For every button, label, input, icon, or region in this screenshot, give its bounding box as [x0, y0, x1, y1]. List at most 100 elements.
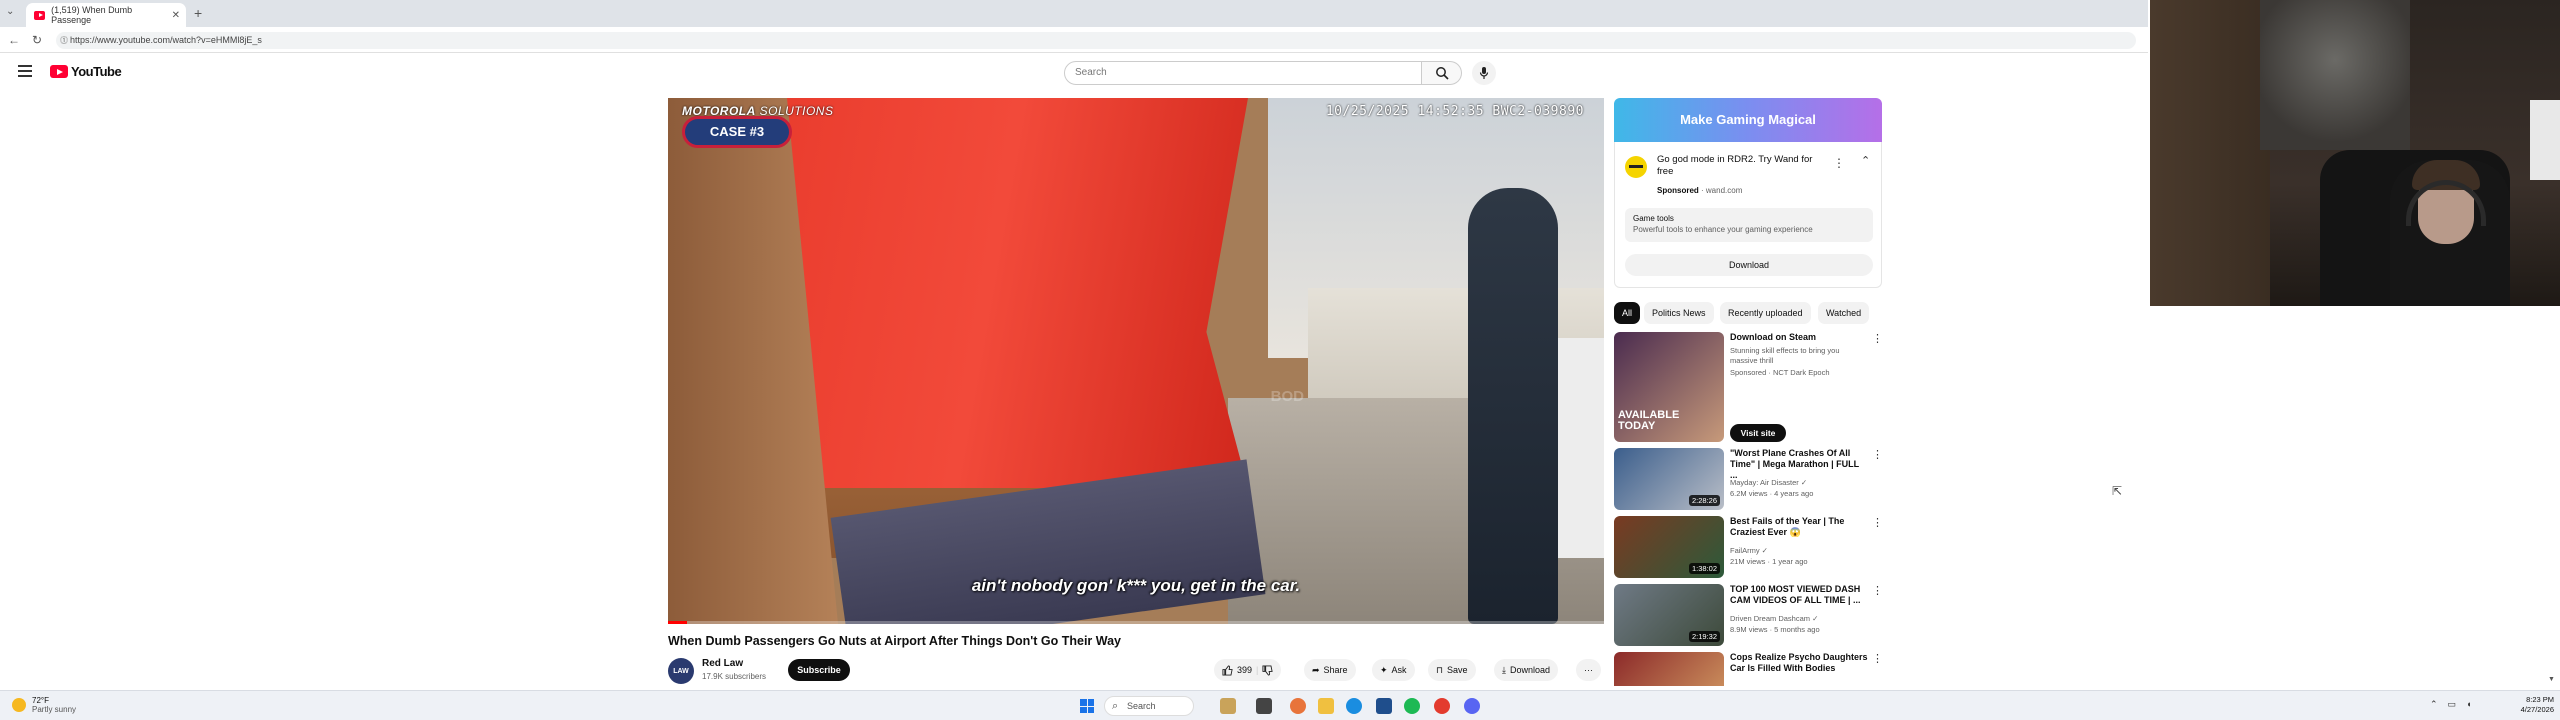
widgets-icon[interactable]: [1220, 698, 1236, 714]
taskbar-clock[interactable]: 8:23 PM 4/27/2026: [2494, 695, 2554, 715]
back-button[interactable]: ←: [8, 33, 20, 47]
rec-more-icon[interactable]: ⋮: [1872, 332, 1883, 345]
address-bar-row: ← ↻ ⓵ https://www.youtube.com/watch?v=eH…: [0, 27, 2148, 53]
case-badge: CASE #3: [682, 116, 792, 148]
save-label: Save: [1447, 665, 1468, 675]
bookmark-icon: ⊓: [1436, 664, 1444, 675]
video-thumbnail[interactable]: 2:28:26: [1614, 448, 1724, 510]
video-thumbnail[interactable]: AVAILABLE TODAY: [1614, 332, 1724, 442]
ad-sub-desc: Powerful tools to enhance your gaming ex…: [1633, 225, 1813, 234]
ad-download-button[interactable]: Download: [1625, 254, 1873, 276]
firefox-icon[interactable]: [1290, 698, 1306, 714]
browser-tab[interactable]: (1,519) When Dumb Passenge ✕: [26, 3, 186, 27]
visit-site-button[interactable]: Visit site: [1730, 424, 1786, 442]
rec-meta: Stunning skill effects to bring you mass…: [1730, 346, 1840, 365]
video-thumbnail[interactable]: 1:38:02: [1614, 516, 1724, 578]
weather-desc: Partly sunny: [32, 705, 77, 714]
rec-channel[interactable]: FailArmy ✓: [1730, 546, 1768, 556]
ad-more-icon[interactable]: ⋮: [1833, 156, 1845, 170]
youtube-logo[interactable]: YouTube: [50, 64, 122, 79]
voice-search-button[interactable]: [1472, 61, 1496, 85]
rec-channel[interactable]: Mayday: Air Disaster ✓: [1730, 478, 1807, 488]
video-thumbnail[interactable]: [1614, 652, 1724, 686]
subscribe-button[interactable]: Subscribe: [788, 659, 850, 681]
weather-widget[interactable]: 72°F Partly sunny: [12, 696, 76, 714]
windows-start-icon[interactable]: [1080, 699, 1094, 713]
bodycam-timestamp: 10/25/2025 14:52:35 BWC2-039890: [1325, 104, 1584, 119]
thumbnail-text: AVAILABLE TODAY: [1618, 409, 1680, 432]
edge-icon[interactable]: [1346, 698, 1362, 714]
rec-title[interactable]: Best Fails of the Year | The Craziest Ev…: [1730, 516, 1868, 538]
rec-title[interactable]: Download on Steam: [1730, 332, 1868, 343]
video-caption: ain't nobody gon' k*** you, get in the c…: [971, 576, 1301, 595]
url-field[interactable]: ⓵ https://www.youtube.com/watch?v=eHMMl8…: [56, 32, 2136, 49]
list-item[interactable]: AVAILABLE TODAY Download on Steam Stunni…: [1614, 332, 1884, 442]
search-icon: [1435, 67, 1449, 80]
new-tab-button[interactable]: +: [194, 5, 202, 21]
webcam-wall: [2150, 0, 2270, 306]
chip-politics-news[interactable]: Politics News: [1644, 302, 1714, 324]
scroll-down-arrow-icon[interactable]: ▼: [2548, 676, 2555, 683]
rec-channel[interactable]: Driven Dream Dashcam ✓: [1730, 614, 1818, 624]
share-button[interactable]: ➦ Share: [1304, 659, 1356, 681]
task-view-icon[interactable]: [1256, 698, 1272, 714]
chip-watched[interactable]: Watched: [1818, 302, 1870, 324]
channel-name[interactable]: Red Law: [702, 658, 743, 669]
ask-label: Ask: [1391, 665, 1407, 675]
youtube-logo-text: YouTube: [71, 64, 122, 79]
like-button[interactable]: 399 |: [1214, 659, 1282, 681]
ad-headline[interactable]: Go god mode in RDR2. Try Wand for free: [1657, 154, 1827, 178]
tab-title: (1,519) When Dumb Passenge: [51, 5, 133, 25]
ad-card: Go god mode in RDR2. Try Wand for free S…: [1614, 142, 1882, 288]
rec-more-icon[interactable]: ⋮: [1872, 448, 1883, 461]
ad-subcard[interactable]: Game tools Powerful tools to enhance you…: [1625, 208, 1873, 242]
rec-more-icon[interactable]: ⋮: [1872, 516, 1883, 529]
volume-icon[interactable]: ◖: [2466, 699, 2471, 710]
ad-collapse-icon[interactable]: ⌃: [1861, 154, 1870, 167]
chip-recently-uploaded[interactable]: Recently uploaded: [1720, 302, 1811, 324]
site-info-icon[interactable]: ⓵: [60, 32, 68, 49]
ask-button[interactable]: ✦ Ask: [1372, 659, 1415, 681]
rec-title[interactable]: Cops Realize Psycho Daughters Car Is Fil…: [1730, 652, 1868, 674]
list-item[interactable]: 2:19:32 TOP 100 MOST VIEWED DASH CAM VID…: [1614, 584, 1884, 648]
share-icon: ➦: [1312, 664, 1320, 675]
download-button[interactable]: ⤓ Download: [1494, 659, 1559, 681]
thumbs-down-icon[interactable]: [1262, 664, 1274, 676]
tray-overflow-icon[interactable]: ⌃: [2430, 699, 2438, 710]
channel-avatar[interactable]: LAW: [668, 658, 694, 684]
list-item[interactable]: Cops Realize Psycho Daughters Car Is Fil…: [1614, 652, 1884, 686]
network-icon[interactable]: ▭: [2448, 699, 2457, 710]
list-item[interactable]: 1:38:02 Best Fails of the Year | The Cra…: [1614, 516, 1884, 580]
rec-more-icon[interactable]: ⋮: [1872, 652, 1883, 665]
chip-all[interactable]: All: [1614, 302, 1641, 324]
like-divider: |: [1256, 665, 1259, 675]
wand-logo-icon: [1625, 156, 1647, 178]
store-icon[interactable]: [1376, 698, 1392, 714]
ad-banner[interactable]: Make Gaming Magical: [1614, 98, 1882, 142]
reload-button[interactable]: ↻: [32, 33, 42, 47]
list-item[interactable]: 2:28:26 "Worst Plane Crashes Of All Time…: [1614, 448, 1884, 512]
file-explorer-icon[interactable]: [1318, 698, 1334, 714]
like-count: 399: [1237, 665, 1253, 675]
search-button[interactable]: [1422, 61, 1462, 85]
url-text: https://www.youtube.com/watch?v=eHMMl8jE…: [70, 35, 262, 45]
tab-close-button[interactable]: ✕: [172, 10, 180, 21]
download-icon: ⤓: [1502, 664, 1506, 675]
taskbar-search[interactable]: Search: [1104, 696, 1194, 716]
more-actions-button[interactable]: ···: [1576, 659, 1601, 681]
save-button[interactable]: ⊓ Save: [1428, 659, 1476, 681]
video-frame-officer: [1468, 188, 1558, 624]
search-input[interactable]: Search: [1064, 61, 1422, 85]
discord-icon[interactable]: [1464, 698, 1480, 714]
rec-more-icon[interactable]: ⋮: [1872, 584, 1883, 597]
hamburger-menu-icon[interactable]: [18, 65, 32, 77]
video-thumbnail[interactable]: 2:19:32: [1614, 584, 1724, 646]
video-player[interactable]: MOTOROLA SOLUTIONS 10/25/2025 14:52:35 B…: [668, 98, 1604, 624]
rec-title[interactable]: "Worst Plane Crashes Of All Time" | Mega…: [1730, 448, 1868, 481]
tab-list-button[interactable]: ⌄: [6, 6, 14, 17]
rec-title[interactable]: TOP 100 MOST VIEWED DASH CAM VIDEOS OF A…: [1730, 584, 1868, 606]
video-progress-bar[interactable]: [668, 621, 1604, 624]
download-label: Download: [1509, 665, 1551, 675]
chrome-icon[interactable]: [1434, 698, 1450, 714]
spotify-icon[interactable]: [1404, 698, 1420, 714]
